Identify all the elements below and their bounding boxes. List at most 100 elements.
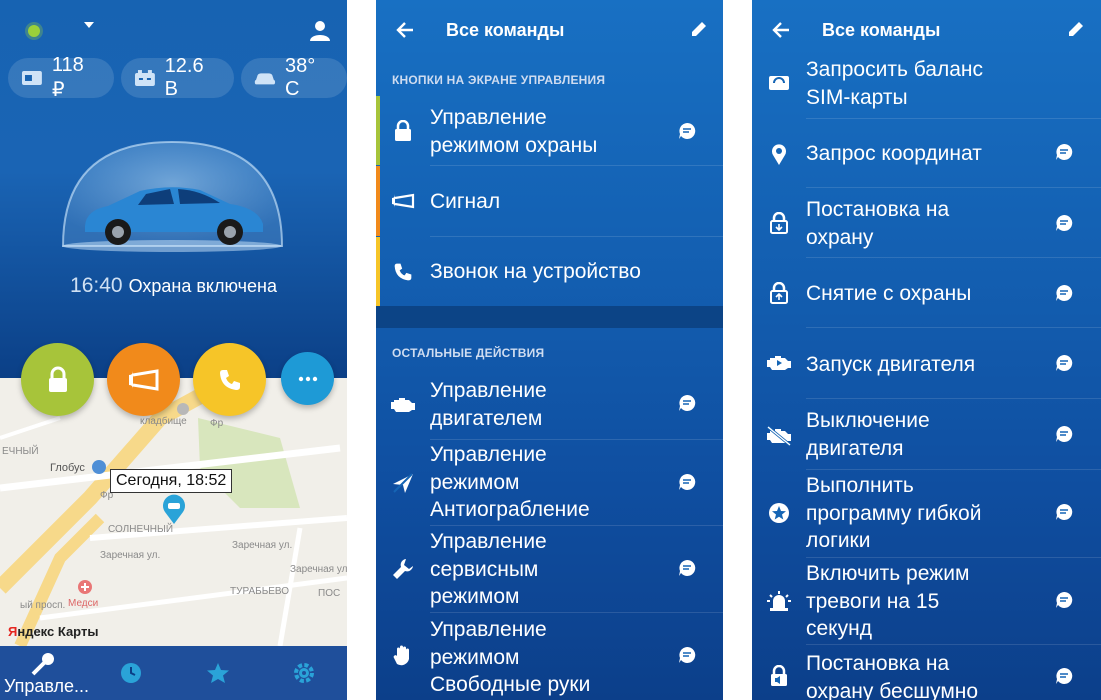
map-label: кладбище	[140, 416, 187, 427]
telemetry-chips: 118 ₽ 12.6 В 38° С	[8, 54, 347, 101]
alarm-icon	[766, 588, 792, 614]
all-commands-screen-scrolled: Все команды Запросить баланс SIM-карты З…	[752, 0, 1101, 700]
balance-chip[interactable]: 118 ₽	[8, 54, 114, 101]
app-bar: Все команды	[376, 0, 723, 62]
photo-pin-icon	[177, 403, 189, 415]
nav-control-tab[interactable]: Управле...	[0, 646, 90, 700]
sms-bubble-icon[interactable]	[1055, 667, 1073, 685]
row-label: Запрос координат	[806, 142, 982, 165]
home-screen: 118 ₽ 12.6 В 38° С 16:40 Охрана включена…	[0, 0, 347, 700]
sms-bubble-icon[interactable]	[678, 559, 696, 577]
sms-bubble-icon[interactable]	[1055, 214, 1073, 232]
map-label: СОЛНЕЧНЫЙ	[108, 524, 174, 535]
bottom-navigation: Управле...	[0, 646, 347, 700]
sms-bubble-icon[interactable]	[1055, 143, 1073, 161]
horn-icon	[390, 188, 416, 214]
page-title: Все команды	[446, 20, 565, 40]
section-separator	[376, 306, 723, 328]
phone-icon	[219, 369, 240, 390]
silent-lock-icon	[766, 663, 792, 689]
nav-settings-tab[interactable]	[261, 646, 347, 700]
map-label: Заречная ул.	[232, 540, 293, 551]
map-label: ый просп.	[20, 600, 66, 611]
car-temp-icon	[254, 73, 276, 85]
sim-balance-icon	[766, 70, 792, 96]
medical-pin-icon[interactable]	[78, 580, 92, 594]
sms-bubble-icon[interactable]	[678, 122, 696, 140]
battery-chip[interactable]: 12.6 В	[120, 55, 235, 100]
sms-bubble-icon[interactable]	[1055, 284, 1073, 302]
temperature-chip[interactable]: 38° С	[241, 55, 347, 100]
engine-off-icon	[766, 423, 792, 449]
section-header-screen-buttons: КНОПКИ НА ЭКРАНЕ УПРАВЛЕНИЯ	[392, 73, 606, 87]
sms-bubble-icon[interactable]	[1055, 591, 1073, 609]
sms-bubble-icon[interactable]	[678, 473, 696, 491]
map-label: Заречная ул.	[290, 564, 347, 575]
back-arrow-icon[interactable]	[396, 21, 414, 39]
nav-history-tab[interactable]	[87, 646, 174, 700]
more-actions-button[interactable]	[281, 352, 334, 405]
horn-icon	[128, 368, 158, 391]
last-seen-callout: Сегодня, 18:52	[110, 469, 233, 493]
command-row-location[interactable]: Запрос координат	[752, 119, 1101, 187]
battery-value: 12.6 В	[164, 55, 204, 100]
map-label: Фр	[210, 418, 224, 429]
shop-pin-icon[interactable]	[92, 460, 106, 474]
star-icon	[206, 663, 229, 683]
map-view[interactable]: Гр кладбище ЕЧНЫЙ Глобус Фр Фр СОЛНЕЧНЫЙ…	[0, 378, 347, 646]
gear-icon	[294, 663, 314, 683]
car-location-marker-icon[interactable]	[162, 494, 186, 524]
arm-lock-button[interactable]	[21, 343, 94, 416]
command-row-call[interactable]: Звонок на устройство	[376, 237, 723, 306]
row-label: Управление режимом охраны	[430, 106, 598, 157]
nav-favorites-tab[interactable]	[174, 646, 261, 700]
command-row-flex-logic[interactable]: Выполнить программу гибкой логики	[752, 470, 1101, 556]
all-commands-screen: Все команды КНОПКИ НА ЭКРАНЕ УПРАВЛЕНИЯ …	[376, 0, 723, 700]
row-label: Управление режимом Свободные руки	[430, 618, 591, 696]
command-row-antirobbery[interactable]: Управление режимом Антиограбление	[376, 440, 723, 524]
header-area: 118 ₽ 12.6 В 38° С 16:40 Охрана включена	[0, 0, 347, 380]
command-row-service[interactable]: Управление сервисным режимом	[376, 526, 723, 612]
row-label: Запросить баланс SIM-карты	[806, 58, 983, 109]
sms-bubble-icon[interactable]	[1055, 425, 1073, 443]
call-device-button[interactable]	[193, 343, 266, 416]
sms-bubble-icon[interactable]	[678, 394, 696, 412]
command-row-alarm[interactable]: Включить режим тревоги на 15 секунд	[752, 558, 1101, 644]
sms-bubble-icon[interactable]	[678, 646, 696, 664]
row-label: Запуск двигателя	[806, 353, 976, 376]
command-row-sim-balance[interactable]: Запросить баланс SIM-карты	[752, 52, 1101, 118]
device-dropdown-caret-icon[interactable]	[84, 22, 94, 28]
row-stripe	[376, 96, 380, 165]
command-row-guard-mode[interactable]: Управление режимом охраны	[376, 96, 723, 165]
command-row-engine-start[interactable]: Запуск двигателя	[752, 328, 1101, 398]
row-label: Управление двигателем	[430, 379, 547, 430]
command-row-silent-arm[interactable]: Постановка на охрану бесшумно	[752, 645, 1101, 700]
command-row-signal[interactable]: Сигнал	[376, 166, 723, 236]
car-dome-illustration	[61, 140, 284, 252]
command-row-handsfree[interactable]: Управление режимом Свободные руки	[376, 613, 723, 700]
command-row-disarm[interactable]: Снятие с охраны	[752, 258, 1101, 327]
user-profile-icon[interactable]	[308, 18, 332, 42]
row-stripe	[376, 166, 380, 236]
plane-icon	[390, 470, 416, 496]
command-row-engine-off[interactable]: Выключение двигателя	[752, 399, 1101, 469]
online-status-indicator	[28, 25, 40, 37]
row-label: Постановка на охрану бесшумно	[806, 652, 979, 700]
hand-icon	[390, 643, 416, 669]
map-label: Заречная ул.	[100, 550, 161, 561]
row-label: Управление режимом Антиограбление	[430, 443, 590, 521]
edit-pencil-icon[interactable]	[1067, 20, 1085, 38]
command-row-arm[interactable]: Постановка на охрану	[752, 188, 1101, 257]
sms-bubble-icon[interactable]	[1055, 354, 1073, 372]
location-pin-icon	[766, 141, 792, 167]
back-arrow-icon[interactable]	[772, 21, 790, 39]
nav-control-label: Управле...	[4, 676, 90, 696]
command-row-engine[interactable]: Управление двигателем	[376, 370, 723, 438]
sms-bubble-icon[interactable]	[1055, 503, 1073, 521]
row-label: Включить режим тревоги на 15 секунд	[806, 562, 970, 640]
horn-button[interactable]	[107, 343, 180, 416]
star-circle-icon	[766, 500, 792, 526]
lock-icon	[48, 366, 67, 392]
guard-status: 16:40 Охрана включена	[0, 274, 347, 298]
edit-pencil-icon[interactable]	[690, 20, 708, 38]
